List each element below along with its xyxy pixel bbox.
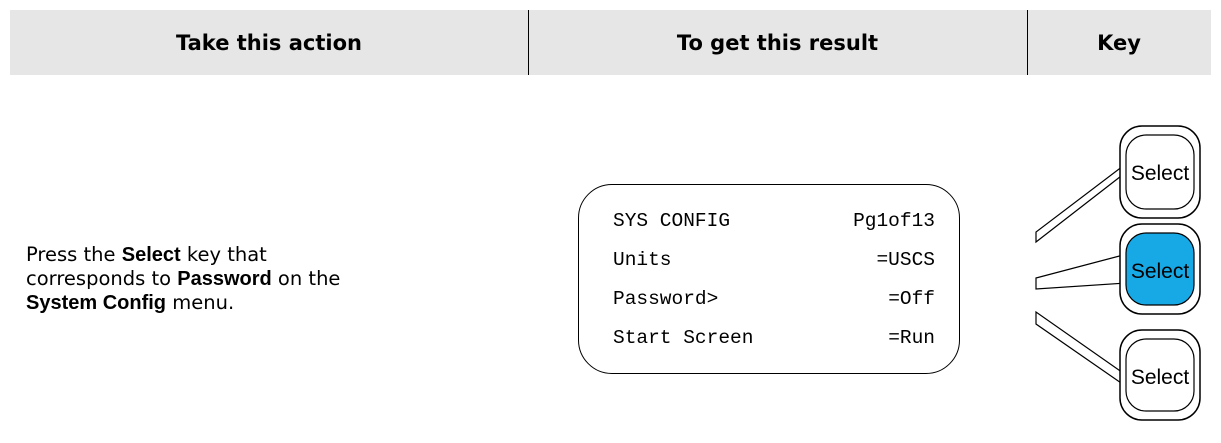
select-key-label: Select xyxy=(1131,260,1190,283)
select-keys-diagram: Select Select Select xyxy=(1035,125,1201,421)
callout-wedge xyxy=(1035,253,1128,290)
select-key-middle[interactable]: Select xyxy=(1119,223,1201,315)
select-key-label: Select xyxy=(1131,366,1190,389)
select-key-label: Select xyxy=(1131,162,1190,185)
callout-wedge xyxy=(1035,310,1127,387)
callout-wedge xyxy=(1035,164,1126,244)
select-key-bottom[interactable]: Select xyxy=(1119,329,1201,421)
select-key-top[interactable]: Select xyxy=(1119,125,1201,219)
